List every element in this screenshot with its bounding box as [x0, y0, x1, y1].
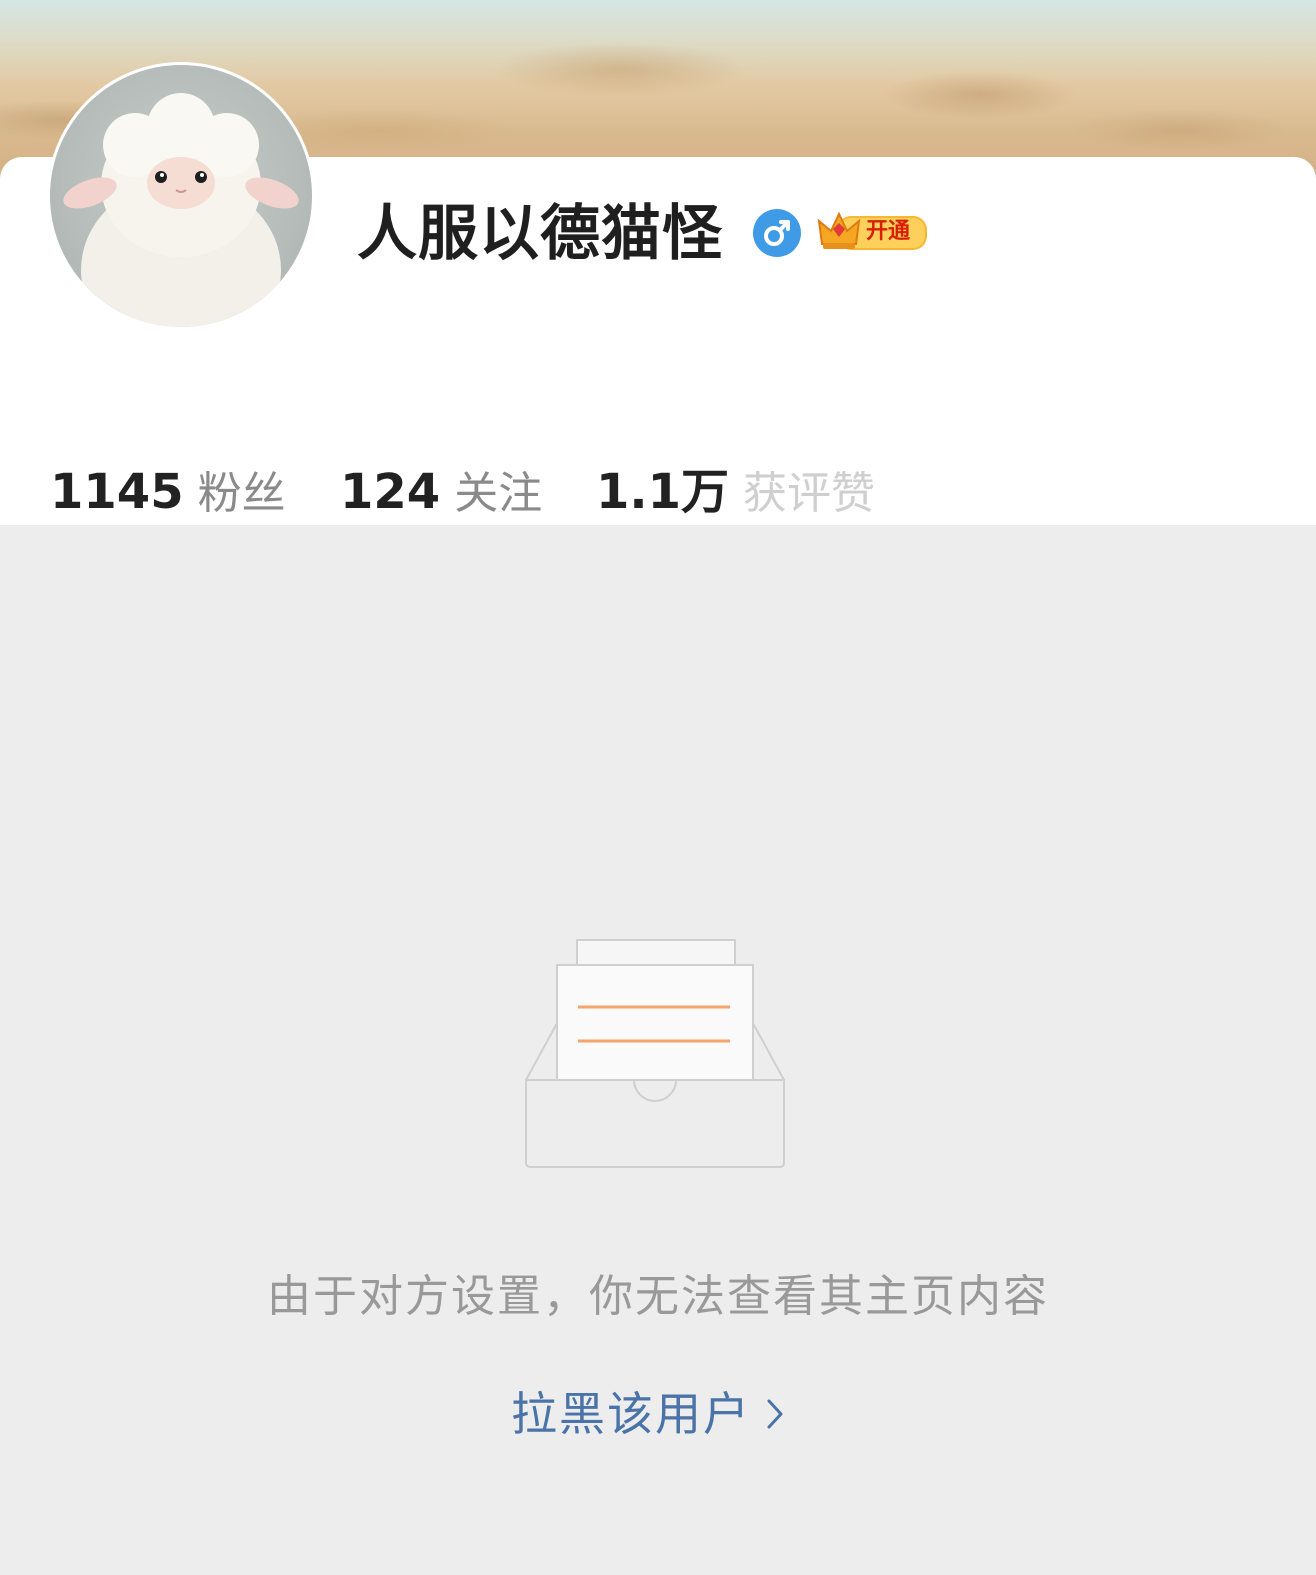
block-user-label: 拉黑该用户 — [511, 1387, 751, 1441]
sheep-avatar-illustration — [63, 93, 299, 327]
stat-likes[interactable]: 1.1万 获评赞 — [596, 462, 875, 524]
following-label: 关注 — [454, 468, 543, 519]
avatar[interactable] — [47, 62, 315, 330]
male-icon — [753, 209, 801, 257]
likes-label: 获评赞 — [743, 468, 876, 519]
restricted-profile-message: 由于对方设置，你无法查看其主页内容 — [267, 1271, 1049, 1322]
followers-label: 粉丝 — [197, 468, 286, 519]
followers-count: 1145 — [50, 464, 184, 520]
likes-count: 1.1万 — [596, 464, 730, 520]
chevron-right-icon — [767, 1399, 783, 1429]
stat-followers[interactable]: 1145 粉丝 — [50, 462, 286, 524]
vip-badge-label[interactable]: 开通 — [866, 220, 910, 244]
block-user-link[interactable]: 拉黑该用户 — [511, 1382, 785, 1446]
stat-following[interactable]: 124 关注 — [340, 462, 542, 524]
following-count: 124 — [340, 464, 441, 520]
username: 人服以德猫怪 — [357, 199, 723, 269]
empty-inbox-icon — [525, 939, 785, 1168]
